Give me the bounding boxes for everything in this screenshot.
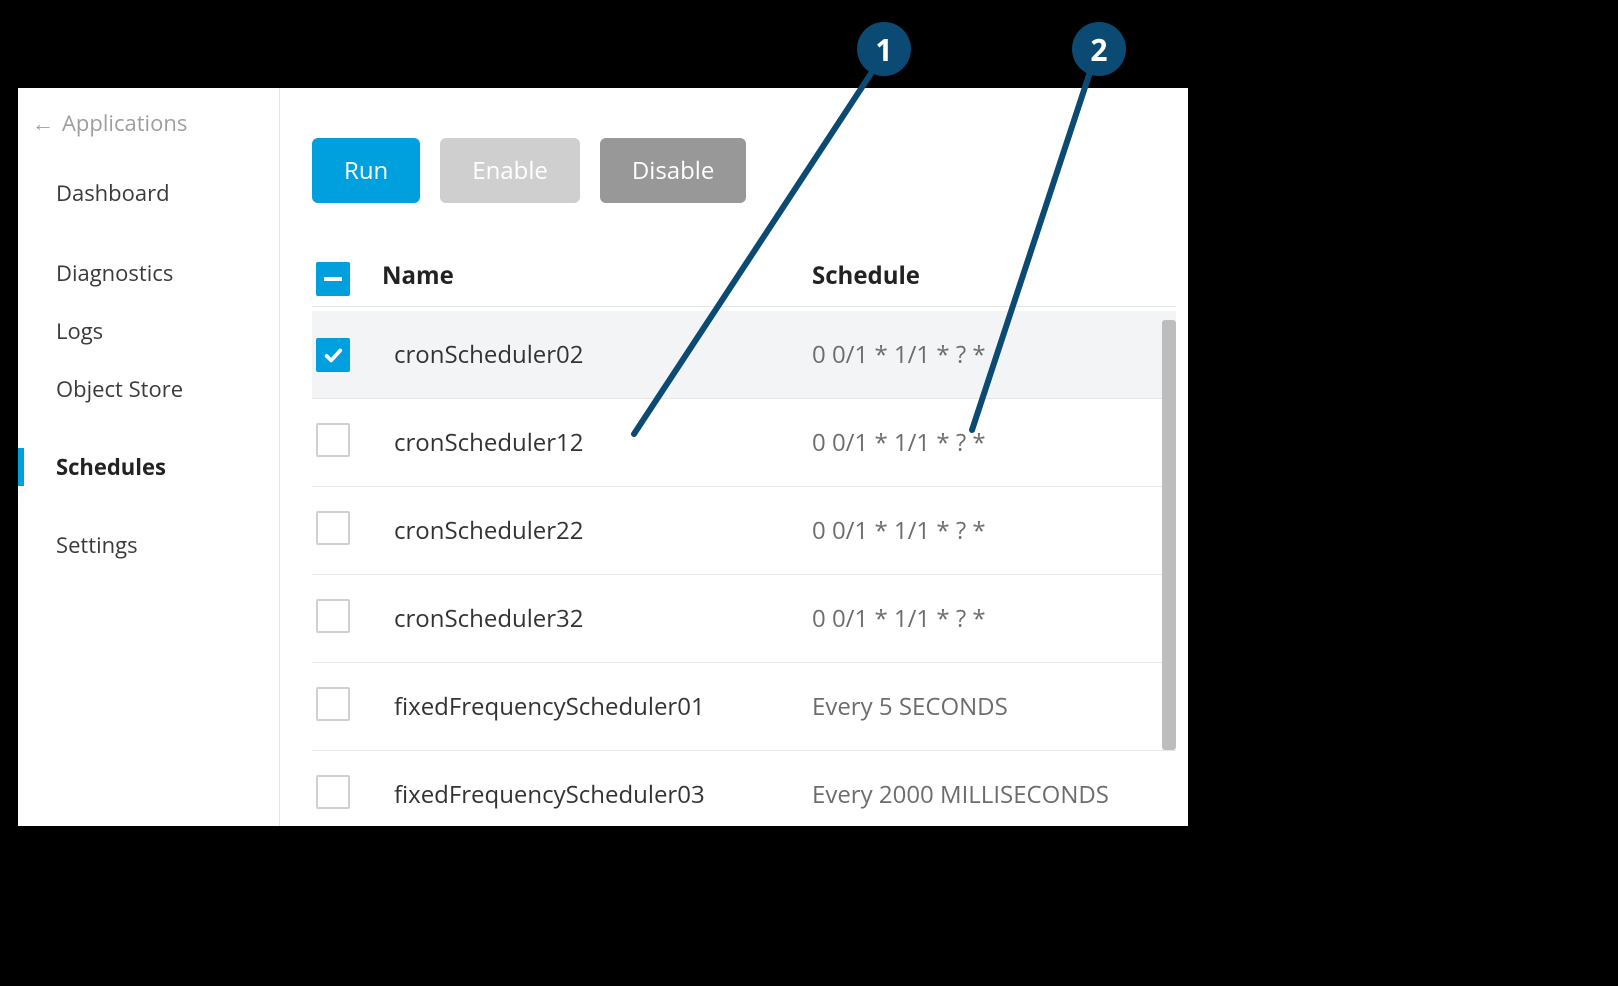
disable-button-label: Disable xyxy=(632,154,714,187)
run-button-label: Run xyxy=(344,154,388,187)
cell-name: cronScheduler12 xyxy=(382,426,812,459)
cell-schedule: Every 5 SECONDS xyxy=(812,690,1158,723)
arrow-left-icon: ← xyxy=(32,112,54,134)
sidebar-item-schedules[interactable]: Schedules xyxy=(18,438,279,496)
back-to-applications[interactable]: ← Applications xyxy=(18,102,279,160)
back-label: Applications xyxy=(62,108,187,138)
sidebar-item-label: Schedules xyxy=(56,452,166,482)
sidebar-item-label: Settings xyxy=(56,530,138,560)
minus-icon xyxy=(324,277,342,281)
cell-name: fixedFrequencyScheduler03 xyxy=(382,778,812,811)
run-button[interactable]: Run xyxy=(312,138,420,203)
select-all-checkbox[interactable] xyxy=(316,262,350,296)
callout-2-label: 2 xyxy=(1090,29,1107,70)
schedules-table: Name Schedule cronScheduler020 0/1 * 1/1… xyxy=(312,245,1176,826)
sidebar-item-label: Object Store xyxy=(56,374,183,404)
cell-schedule: 0 0/1 * 1/1 * ? * xyxy=(812,602,1158,635)
check-icon xyxy=(322,344,344,366)
nav-spacer xyxy=(18,496,279,516)
sidebar-item-object-store[interactable]: Object Store xyxy=(18,360,279,418)
column-header-schedule[interactable]: Schedule xyxy=(812,259,1158,292)
cell-name: fixedFrequencyScheduler01 xyxy=(382,690,812,723)
cell-schedule: 0 0/1 * 1/1 * ? * xyxy=(812,426,1158,459)
table-row[interactable]: fixedFrequencyScheduler03Every 2000 MILL… xyxy=(312,751,1176,826)
table-row[interactable]: cronScheduler120 0/1 * 1/1 * ? * xyxy=(312,399,1176,487)
row-checkbox[interactable] xyxy=(316,687,350,721)
callout-badge-1: 1 xyxy=(857,22,911,76)
disable-button[interactable]: Disable xyxy=(600,138,746,203)
main-content: Run Enable Disable Name Schedule cronSch… xyxy=(280,88,1188,826)
row-checkbox[interactable] xyxy=(316,775,350,809)
enable-button[interactable]: Enable xyxy=(440,138,580,203)
scrollbar-thumb[interactable] xyxy=(1162,320,1176,750)
cell-schedule: 0 0/1 * 1/1 * ? * xyxy=(812,338,1158,371)
callout-badge-2: 2 xyxy=(1072,22,1126,76)
table-body: cronScheduler020 0/1 * 1/1 * ? *cronSche… xyxy=(312,311,1176,826)
cell-schedule: Every 2000 MILLISECONDS xyxy=(812,778,1158,811)
sidebar: ← Applications Dashboard Diagnostics Log… xyxy=(18,88,280,826)
column-header-name[interactable]: Name xyxy=(382,259,812,292)
sidebar-item-logs[interactable]: Logs xyxy=(18,302,279,360)
nav-spacer xyxy=(18,418,279,438)
select-all-cell xyxy=(312,256,382,296)
nav-group: Dashboard Diagnostics Logs Object Store … xyxy=(18,160,279,574)
row-checkbox[interactable] xyxy=(316,338,350,372)
row-checkbox[interactable] xyxy=(316,423,350,457)
sidebar-item-dashboard[interactable]: Dashboard xyxy=(18,164,279,222)
cell-name: cronScheduler02 xyxy=(382,338,812,371)
table-header-row: Name Schedule xyxy=(312,245,1176,307)
sidebar-item-label: Logs xyxy=(56,316,103,346)
toolbar: Run Enable Disable xyxy=(312,138,1176,203)
table-row[interactable]: cronScheduler320 0/1 * 1/1 * ? * xyxy=(312,575,1176,663)
table-row[interactable]: cronScheduler220 0/1 * 1/1 * ? * xyxy=(312,487,1176,575)
cell-schedule: 0 0/1 * 1/1 * ? * xyxy=(812,514,1158,547)
cell-name: cronScheduler22 xyxy=(382,514,812,547)
row-checkbox[interactable] xyxy=(316,599,350,633)
app-window: ← Applications Dashboard Diagnostics Log… xyxy=(18,88,1188,826)
table-row[interactable]: cronScheduler020 0/1 * 1/1 * ? * xyxy=(312,311,1176,399)
cell-name: cronScheduler32 xyxy=(382,602,812,635)
sidebar-item-label: Diagnostics xyxy=(56,258,173,288)
table-row[interactable]: fixedFrequencyScheduler01Every 5 SECONDS xyxy=(312,663,1176,751)
sidebar-item-diagnostics[interactable]: Diagnostics xyxy=(18,244,279,302)
callout-1-label: 1 xyxy=(875,29,892,70)
sidebar-item-settings[interactable]: Settings xyxy=(18,516,279,574)
enable-button-label: Enable xyxy=(472,154,548,187)
row-checkbox[interactable] xyxy=(316,511,350,545)
sidebar-item-label: Dashboard xyxy=(56,178,170,208)
